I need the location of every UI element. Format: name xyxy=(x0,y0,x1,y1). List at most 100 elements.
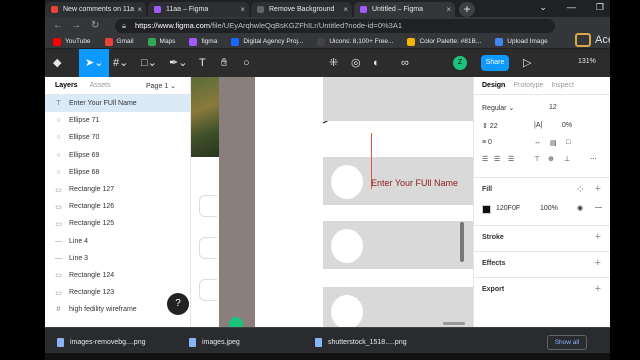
align-right-icon[interactable]: ☰ xyxy=(508,155,514,163)
layer-row[interactable]: ▭ Rectangle 126 xyxy=(45,198,190,215)
letter-spacing-icon[interactable]: |A| xyxy=(534,122,542,129)
layer-name: Enter Your FUll Name xyxy=(69,100,137,108)
layer-row[interactable]: ▭ Rectangle 124 xyxy=(45,267,190,284)
layer-row[interactable]: ▭ Rectangle 125 xyxy=(45,215,190,232)
frame-tool-icon[interactable]: #⌄ xyxy=(113,56,128,70)
minimize-icon[interactable]: — xyxy=(567,2,576,13)
tab-untitled-figma[interactable]: Untitled – Figma × xyxy=(354,2,455,17)
auto-height-icon[interactable]: ▤ xyxy=(550,139,557,147)
pen-tool-icon[interactable]: ✒⌄ xyxy=(169,56,187,70)
rectangle-124[interactable] xyxy=(323,287,473,327)
add-export-icon[interactable]: + xyxy=(595,283,601,295)
download-item[interactable]: images-removebg....png xyxy=(57,338,145,347)
tab-assets[interactable]: Assets xyxy=(90,82,111,89)
text-layer-full-name[interactable]: Enter Your FUll Name xyxy=(371,178,458,188)
forward-icon[interactable]: → xyxy=(71,20,81,31)
align-bottom-icon[interactable]: ⊥ xyxy=(564,155,570,163)
tab-layers[interactable]: Layers xyxy=(55,82,78,89)
download-item[interactable]: shutterstock_1518.....png xyxy=(315,338,407,347)
close-icon[interactable]: × xyxy=(137,2,142,17)
back-icon[interactable]: ← xyxy=(53,20,63,31)
rectangle-127[interactable] xyxy=(323,77,473,121)
tab-search-icon[interactable]: ⌄ xyxy=(539,2,547,13)
add-stroke-icon[interactable]: + xyxy=(595,231,601,243)
ellipse-69[interactable] xyxy=(331,295,363,327)
text-tool-icon[interactable]: T xyxy=(199,56,206,70)
figma-menu-icon[interactable]: ◆ xyxy=(53,56,61,70)
mask-icon[interactable]: ◎ xyxy=(351,56,361,70)
move-tool-icon[interactable]: ➤⌄ xyxy=(79,49,110,77)
layer-row[interactable]: ○ Ellipse 70 xyxy=(45,129,190,146)
download-item[interactable]: images.jpeg xyxy=(189,338,240,347)
remove-fill-icon[interactable]: — xyxy=(595,204,602,211)
ellipse-70[interactable] xyxy=(331,229,363,263)
tab-new-comments[interactable]: New comments on 11a × xyxy=(45,2,146,17)
ellipse-71[interactable] xyxy=(331,165,363,199)
avatar[interactable]: Z xyxy=(453,56,467,70)
layer-list: T Enter Your FUll Name ○ Ellipse 71 ○ Ellipse… xyxy=(45,95,190,318)
tab-prototype[interactable]: Prototype xyxy=(513,82,543,89)
close-icon[interactable]: × xyxy=(240,2,245,17)
comment-tool-icon[interactable]: ○ xyxy=(243,56,250,70)
shape-tool-icon[interactable]: □⌄ xyxy=(141,56,157,70)
layer-row[interactable]: ▭ Rectangle 127 xyxy=(45,181,190,198)
bookmark-youtube[interactable]: YouTube xyxy=(53,37,91,46)
fill-hex[interactable]: 120F0F xyxy=(496,205,520,212)
add-effect-icon[interactable]: + xyxy=(595,257,601,269)
fill-contrast-icon[interactable]: ◐ xyxy=(373,56,380,70)
bookmark-maps[interactable]: Maps xyxy=(147,37,175,46)
hand-tool-icon[interactable]: ✋︎ xyxy=(221,56,227,70)
close-icon[interactable]: × xyxy=(343,2,348,17)
align-middle-icon[interactable]: ⊕ xyxy=(548,155,554,163)
fill-opacity[interactable]: 100% xyxy=(540,205,558,212)
fixed-size-icon[interactable]: □ xyxy=(566,139,570,146)
link-icon[interactable]: ∞ xyxy=(401,56,409,70)
tab-design[interactable]: Design xyxy=(482,82,505,89)
tab-11aa-figma[interactable]: 11aa – Figma × xyxy=(148,2,249,17)
paragraph-spacing-field[interactable]: ≡ 0 xyxy=(482,139,492,146)
bookmark-digital-agency[interactable]: Digital Agency Proj... xyxy=(231,37,303,46)
maximize-icon[interactable]: ❐ xyxy=(596,2,604,13)
bookmark-uicons[interactable]: Uicons: 8,100+ Free... xyxy=(317,37,393,46)
layer-row[interactable]: ○ Ellipse 68 xyxy=(45,164,190,181)
bookmark-upload-image[interactable]: Upload Image xyxy=(495,37,548,46)
layer-row[interactable]: ○ Ellipse 71 xyxy=(45,112,190,129)
add-fill-icon[interactable]: + xyxy=(595,183,601,195)
percent-icon[interactable]: 0% xyxy=(562,122,572,129)
horizontal-scrollbar[interactable] xyxy=(443,322,465,325)
tab-inspect[interactable]: Inspect xyxy=(551,82,574,89)
eye-icon[interactable]: ◉ xyxy=(577,204,583,212)
font-size-input[interactable]: 12 xyxy=(549,104,557,111)
url-input[interactable]: 🔒︎ https://www.figma.com/file/UEyArqhwle… xyxy=(115,19,555,33)
present-icon[interactable]: ▷ xyxy=(523,56,531,70)
layer-row[interactable]: — Line 4 xyxy=(45,233,190,250)
align-left-icon[interactable]: ☰ xyxy=(482,155,488,163)
bookmark-color-palette[interactable]: Color Palette: #81B... xyxy=(407,37,481,46)
reload-icon[interactable]: ↻ xyxy=(91,20,99,31)
font-weight-select[interactable]: Regular ⌄ xyxy=(482,104,514,112)
zoom-level[interactable]: 131% xyxy=(578,58,596,65)
more-options-icon[interactable]: ⋯ xyxy=(590,155,597,163)
bookmark-figma[interactable]: figma xyxy=(189,37,217,46)
layer-row[interactable]: — Line 3 xyxy=(45,250,190,267)
bookmark-gmail[interactable]: Gmail xyxy=(104,37,134,46)
layer-row[interactable]: ○ Ellipse 69 xyxy=(45,147,190,164)
new-tab-button[interactable]: + xyxy=(459,2,475,17)
tab-remove-background[interactable]: Remove Background × xyxy=(251,2,352,17)
share-button[interactable]: Share xyxy=(481,55,509,71)
help-button[interactable]: ? xyxy=(167,293,189,315)
align-center-icon[interactable]: ☰ xyxy=(494,155,500,163)
fill-color-swatch[interactable] xyxy=(482,205,491,214)
align-top-icon[interactable]: ⊤ xyxy=(534,155,540,163)
show-all-button[interactable]: Show all xyxy=(547,335,587,350)
line-height-field[interactable]: ⇕ 22 xyxy=(482,122,498,130)
auto-width-icon[interactable]: ↔ xyxy=(534,139,541,146)
vertical-scrollbar[interactable] xyxy=(460,222,464,262)
component-icon[interactable]: ⁜ xyxy=(329,56,338,70)
styles-icon[interactable]: ⁘ xyxy=(576,183,585,196)
layer-row[interactable]: T Enter Your FUll Name xyxy=(45,95,190,113)
design-canvas[interactable]: Enter Your FUll Name xyxy=(191,77,473,327)
close-icon[interactable]: × xyxy=(446,2,451,17)
rectangle-125[interactable] xyxy=(323,221,473,269)
page-selector[interactable]: Page 1 ⌄ xyxy=(146,82,176,90)
